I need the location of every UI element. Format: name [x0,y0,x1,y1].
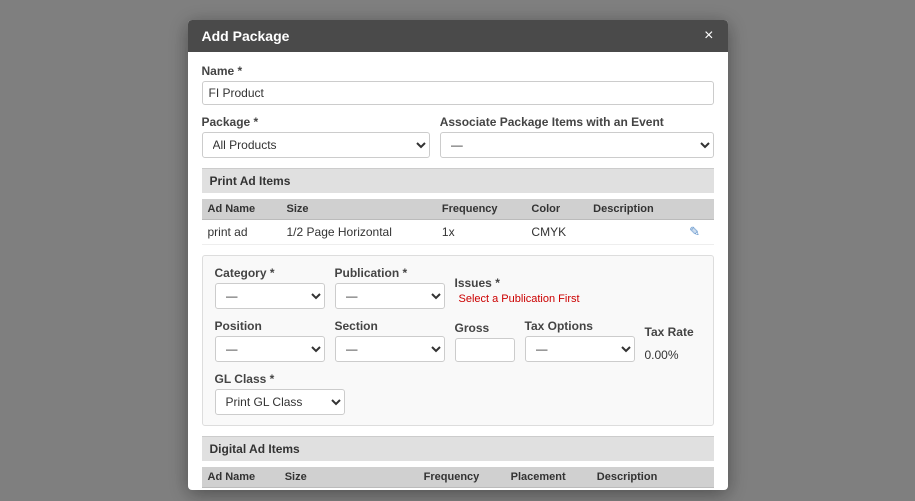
issues-group: Issues * Select a Publication First [455,276,580,309]
digital-ad-frequency: CPF [418,488,505,491]
modal-title: Add Package [202,28,290,44]
digital-ad-size: Banner (100x200) [279,488,418,491]
digital-ad-placement [505,488,591,491]
col-dig-frequency: Frequency [418,467,505,488]
col-size: Size [281,199,436,220]
print-ad-size: 1/2 Page Horizontal [281,220,436,245]
col-description: Description [587,199,683,220]
tax-options-select[interactable]: — [525,336,635,362]
publication-label: Publication * [335,266,445,280]
tax-options-group: Tax Options — [525,319,635,362]
issues-alert: Select a Publication First [459,293,580,309]
gl-class-group: GL Class * Print GL Class [215,372,345,415]
package-row: Package * All Products Associate Package… [202,115,714,158]
print-ad-table: Ad Name Size Frequency Color Description… [202,199,714,245]
print-ad-table-header: Ad Name Size Frequency Color Description [202,199,714,220]
digital-ad-table: Ad Name Size Frequency Placement Descrip… [202,467,714,490]
position-select[interactable]: — [215,336,325,362]
associate-label: Associate Package Items with an Event [440,115,714,129]
tax-rate-value: 0.00% [645,342,694,362]
modal-body: Name * Package * All Products Associate … [188,52,728,490]
col-frequency: Frequency [436,199,526,220]
associate-group: Associate Package Items with an Event — [440,115,714,158]
position-label: Position [215,319,325,333]
gross-input[interactable] [455,338,515,362]
print-ad-name: print ad [202,220,281,245]
package-select[interactable]: All Products [202,132,430,158]
digital-ad-edit-cell[interactable]: ✎ [684,488,713,491]
gl-class-label: GL Class * [215,372,345,386]
category-select[interactable]: — [215,283,325,309]
sub-form-row1: Category * — Publication * — Issues * Se [215,266,701,309]
print-ad-color: CMYK [525,220,587,245]
col-edit [683,199,713,220]
col-dig-edit [684,467,713,488]
gl-class-select[interactable]: Print GL Class [215,389,345,415]
gross-label: Gross [455,321,515,335]
col-dig-description: Description [591,467,684,488]
modal-header: Add Package × [188,20,728,52]
section-select[interactable]: — [335,336,445,362]
col-dig-placement: Placement [505,467,591,488]
package-group: Package * All Products [202,115,430,158]
publication-select[interactable]: — [335,283,445,309]
category-group: Category * — [215,266,325,309]
tax-rate-label: Tax Rate [645,325,694,339]
name-input[interactable] [202,81,714,105]
print-sub-form: Category * — Publication * — Issues * Se [202,255,714,426]
col-dig-size: Size [279,467,418,488]
gross-group: Gross [455,321,515,362]
category-label: Category * [215,266,325,280]
print-ad-section-header: Print Ad Items [202,168,714,193]
issues-label: Issues * [455,276,580,290]
digital-ad-table-header: Ad Name Size Frequency Placement Descrip… [202,467,714,488]
add-package-modal: Add Package × Name * Package * All Produ… [188,20,728,490]
gl-class-row: GL Class * Print GL Class [215,372,701,415]
col-color: Color [525,199,587,220]
publication-group: Publication * — [335,266,445,309]
tax-rate-group: Tax Rate 0.00% [645,325,694,362]
print-ad-description [587,220,683,245]
sub-form-row2: Position — Section — Gross [215,319,701,362]
print-ad-row: print ad 1/2 Page Horizontal 1x CMYK ✎ [202,220,714,245]
tax-options-label: Tax Options [525,319,635,333]
associate-select[interactable]: — [440,132,714,158]
section-label: Section [335,319,445,333]
name-group: Name * [202,64,714,105]
print-ad-edit-icon[interactable]: ✎ [689,224,700,239]
package-label: Package * [202,115,430,129]
digital-ad-name: digital ad [202,488,279,491]
col-dig-ad-name: Ad Name [202,467,279,488]
modal-backdrop: Add Package × Name * Package * All Produ… [0,0,915,501]
print-ad-edit-cell[interactable]: ✎ [683,220,713,245]
name-row: Name * [202,64,714,105]
digital-ad-row: digital ad Banner (100x200) CPF ✎ [202,488,714,491]
digital-ad-description [591,488,684,491]
position-group: Position — [215,319,325,362]
col-ad-name: Ad Name [202,199,281,220]
print-ad-frequency: 1x [436,220,526,245]
modal-close-button[interactable]: × [704,28,713,44]
name-label: Name * [202,64,714,78]
digital-ad-section-header: Digital Ad Items [202,436,714,461]
section-group: Section — [335,319,445,362]
